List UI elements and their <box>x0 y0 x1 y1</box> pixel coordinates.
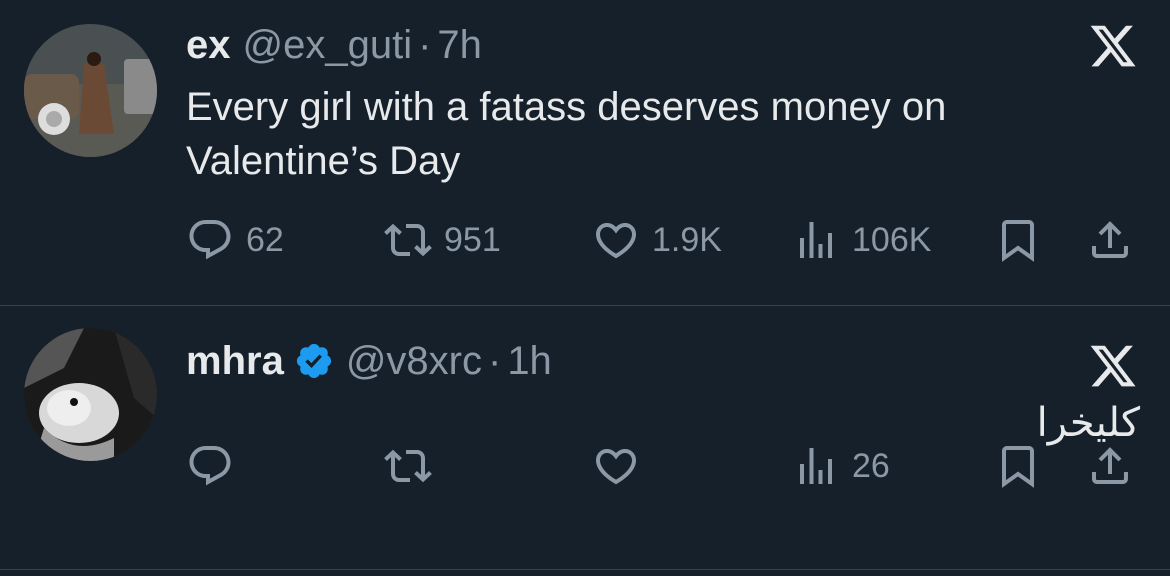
tweet-card[interactable]: mhra @v8xrc · 1h كليخرا 26 <box>0 306 1170 570</box>
views-button[interactable]: 26 <box>792 436 890 496</box>
views-count: 26 <box>852 446 890 485</box>
tweet-text: Every girl with a fatass deserves money … <box>186 85 947 183</box>
bookmark-icon <box>994 442 1042 490</box>
reply-icon <box>186 442 234 490</box>
display-name[interactable]: mhra <box>186 337 284 385</box>
like-button[interactable] <box>592 436 652 496</box>
reply-icon <box>186 216 234 264</box>
retweet-icon <box>384 216 432 264</box>
views-icon <box>792 442 840 490</box>
user-handle[interactable]: @ex_guti <box>243 21 413 69</box>
share-button[interactable] <box>1086 210 1134 270</box>
timestamp[interactable]: 1h <box>507 337 552 385</box>
reply-count: 62 <box>246 220 284 259</box>
like-count: 1.9K <box>652 220 722 259</box>
tweet-header: mhra @v8xrc · 1h <box>186 337 552 385</box>
separator-dot: · <box>418 23 432 67</box>
display-name[interactable]: ex <box>186 21 231 69</box>
views-icon <box>792 216 840 264</box>
views-button[interactable]: 106K <box>792 210 931 270</box>
reply-button[interactable]: 62 <box>186 210 284 270</box>
share-icon <box>1086 216 1134 264</box>
heart-icon <box>592 216 640 264</box>
user-handle[interactable]: @v8xrc <box>346 337 482 385</box>
x-logo-icon <box>1088 21 1138 71</box>
share-button[interactable] <box>1086 436 1134 496</box>
bookmark-icon <box>994 216 1042 264</box>
tweet-header: ex @ex_guti · 7h <box>186 21 482 69</box>
retweet-button[interactable]: 951 <box>384 210 501 270</box>
like-button[interactable]: 1.9K <box>592 210 722 270</box>
retweet-icon <box>384 442 432 490</box>
action-bar: 26 <box>0 436 1170 496</box>
x-logo-icon <box>1088 341 1138 391</box>
avatar[interactable] <box>24 24 157 157</box>
timestamp[interactable]: 7h <box>437 21 482 69</box>
bookmark-button[interactable] <box>994 210 1042 270</box>
verified-badge-icon <box>294 341 334 381</box>
share-icon <box>1086 442 1134 490</box>
separator-dot: · <box>487 339 502 383</box>
retweet-button[interactable] <box>384 436 444 496</box>
tweet-card[interactable]: ex @ex_guti · 7h Every girl with a fatas… <box>0 0 1170 306</box>
bookmark-button[interactable] <box>994 436 1042 496</box>
avatar-photo <box>24 24 157 157</box>
views-count: 106K <box>852 220 932 259</box>
retweet-count: 951 <box>444 220 501 259</box>
action-bar: 62 951 1.9K 106K <box>0 210 1170 270</box>
heart-icon <box>592 442 640 490</box>
reply-button[interactable] <box>186 436 246 496</box>
